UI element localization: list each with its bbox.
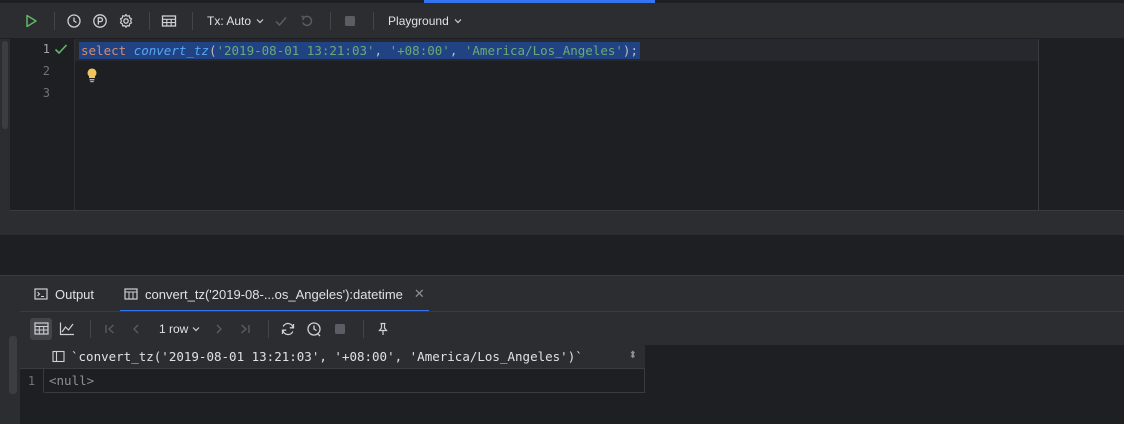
commit-check-icon[interactable] [270,10,292,32]
panel-divider-area [0,235,1124,275]
column-icon [52,350,65,363]
code-token: , [374,43,390,58]
tab-query-result[interactable]: convert_tz('2019-08-...os_Angeles'):date… [120,276,429,312]
stop-icon[interactable] [329,318,351,340]
stop-icon[interactable] [339,10,361,32]
chevron-down-icon [192,326,200,331]
row-number: 1 [20,369,44,393]
table-icon[interactable] [158,10,180,32]
previous-page-icon[interactable] [125,318,147,340]
code-line-1[interactable]: select convert_tz('2019-08-01 13:21:03',… [79,42,640,59]
results-panel-tabs: Output convert_tz('2019-08-...os_Angeles… [0,275,1124,312]
editor-bottom-bar [10,210,1124,235]
table-cell[interactable]: <null> [45,369,645,393]
session-label: Playground [388,13,449,28]
sql-editor[interactable]: 1 2 3 select convert_tz('2019-08-01 13:2… [0,39,1124,210]
right-margin-guide [1038,39,1039,210]
next-page-icon[interactable] [208,318,230,340]
history-icon[interactable] [303,318,325,340]
first-page-icon[interactable] [99,318,121,340]
table-icon [124,288,138,300]
line-number: 2 [42,64,50,78]
column-header[interactable]: `convert_tz('2019-08-01 13:21:03', '+08:… [20,345,645,369]
toolbar-separator [330,11,332,30]
history-icon[interactable] [63,10,85,32]
toolbar-separator [363,319,365,338]
row-count-label: 1 row [159,321,189,336]
settings-gear-icon[interactable] [115,10,137,32]
code-token: '+08:00' [389,43,450,58]
code-token: 'America/Los_Angeles' [464,43,623,58]
chart-view-icon[interactable] [56,318,78,340]
editor-left-strip [0,39,10,235]
toolbar-separator [149,11,150,30]
close-icon[interactable]: ✕ [414,286,425,302]
scroll-thumb[interactable] [9,336,17,394]
checkmark-icon [54,43,68,58]
tab-output[interactable]: Output [30,276,98,312]
column-header-label: `convert_tz('2019-08-01 13:21:03', '+08:… [71,349,583,364]
last-page-icon[interactable] [234,318,256,340]
chevron-down-icon [256,18,264,23]
code-token: , [449,43,465,58]
scroll-thumb[interactable] [2,41,8,129]
sort-icon[interactable]: ⬍ [629,350,637,361]
editor-toolbar: Tx: Auto Playground [0,3,1124,39]
code-token: ); [622,43,638,58]
run-icon[interactable] [20,10,42,32]
toolbar-separator [268,319,270,338]
tab-output-label: Output [55,286,95,302]
line-number: 1 [42,42,50,56]
code-token: convert_tz [133,43,209,58]
lightbulb-icon[interactable] [85,67,99,86]
transaction-mode-dropdown[interactable]: Tx: Auto [201,14,270,28]
results-grid: `convert_tz('2019-08-01 13:21:03', '+08:… [20,345,1124,424]
chevron-down-icon [454,18,462,23]
results-side-strip [0,311,20,424]
refresh-icon[interactable] [277,318,299,340]
editor-gutter: 1 2 3 [10,39,75,210]
transaction-mode-label: Tx: Auto [207,13,252,28]
rollback-icon[interactable] [296,10,318,32]
session-dropdown[interactable]: Playground [382,14,468,28]
toolbar-separator [373,11,375,30]
line-number: 3 [42,86,50,100]
row-count-dropdown[interactable]: 1 row [159,322,200,336]
code-token: select [81,43,127,58]
table-view-icon[interactable] [30,317,52,340]
code-token: '2019-08-01 13:21:03' [216,43,375,58]
toolbar-separator [54,11,55,30]
tab-query-result-label: convert_tz('2019-08-...os_Angeles'):date… [145,286,403,302]
results-toolbar: 1 row [20,311,1124,345]
toolbar-separator [90,319,91,338]
explain-plan-icon[interactable] [89,10,111,32]
toolbar-separator [192,11,193,30]
console-icon [34,288,48,300]
pin-icon[interactable] [372,318,394,340]
